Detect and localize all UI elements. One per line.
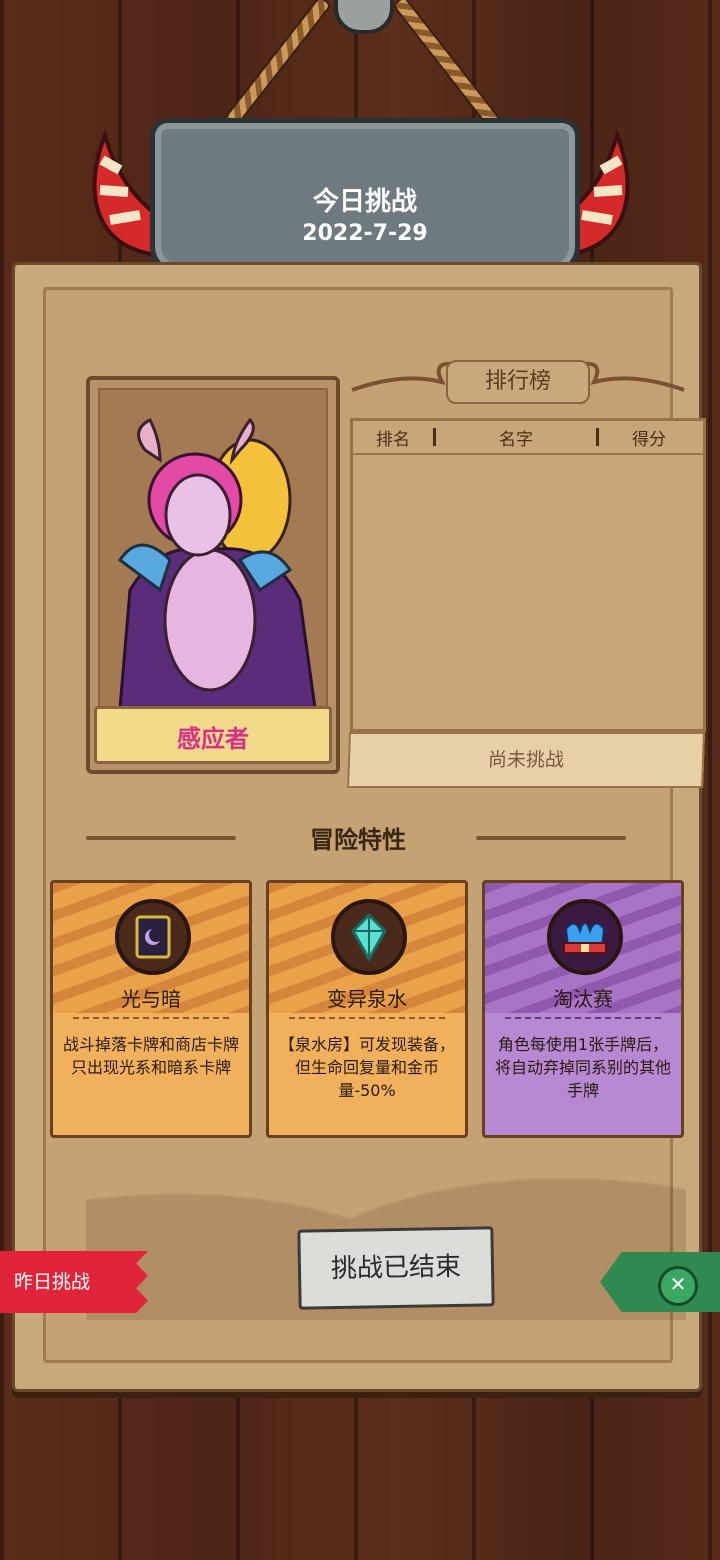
portrait-art: [98, 388, 328, 710]
trait-name: 光与暗: [121, 987, 181, 1011]
character-portrait[interactable]: 感应者: [86, 376, 340, 774]
challenge-board: 感应者 排行榜 排名 名字 得分 尚未挑战 冒险特性 光与暗 战斗掉落卡牌和商店…: [12, 262, 706, 1392]
card-divider: [289, 1017, 445, 1019]
trait-name: 淘汰赛: [553, 987, 613, 1011]
column-rank: 排名: [376, 429, 410, 450]
leaderboard-status: 尚未挑战: [347, 732, 705, 788]
trait-description: 战斗掉落卡牌和商店卡牌只出现光系和暗系卡牌: [62, 1035, 239, 1077]
board-inner-frame: 感应者 排行榜 排名 名字 得分 尚未挑战 冒险特性 光与暗 战斗掉落卡牌和商店…: [43, 287, 706, 1363]
column-name: 名字: [499, 429, 533, 450]
trait-name: 变异泉水: [327, 987, 407, 1011]
page-title: 今日挑战: [312, 187, 417, 217]
trait-description: 【泉水房】可发现装备，但生命回复量和金币量-50%: [278, 1035, 455, 1100]
card-divider: [505, 1017, 661, 1019]
light-dark-card-icon: [115, 899, 191, 975]
header-sign: 今日挑战 2022-7-29: [150, 118, 580, 276]
traits-title: 冒险特性: [310, 826, 406, 854]
column-score: 得分: [632, 429, 666, 450]
challenge-date: 2022-7-29: [302, 221, 428, 246]
leaderboard-header-row: 排名 名字 得分: [353, 421, 703, 455]
character-name: 感应者: [177, 725, 249, 753]
crown-icon: [547, 899, 623, 975]
challenge-ended-button[interactable]: 挑战已结束: [297, 1226, 495, 1310]
close-icon[interactable]: ✕: [658, 1266, 698, 1306]
crystal-icon: [331, 899, 407, 975]
trait-description: 角色每使用1张手牌后，将自动弃掉同系别的其他手牌: [494, 1035, 671, 1100]
yesterday-challenge-tab[interactable]: 昨日挑战: [0, 1251, 148, 1313]
card-divider: [73, 1017, 229, 1019]
leaderboard-table: 排名 名字 得分: [350, 418, 706, 732]
leaderboard-title: 排行榜: [446, 360, 590, 404]
character-art-icon: [117, 417, 317, 710]
